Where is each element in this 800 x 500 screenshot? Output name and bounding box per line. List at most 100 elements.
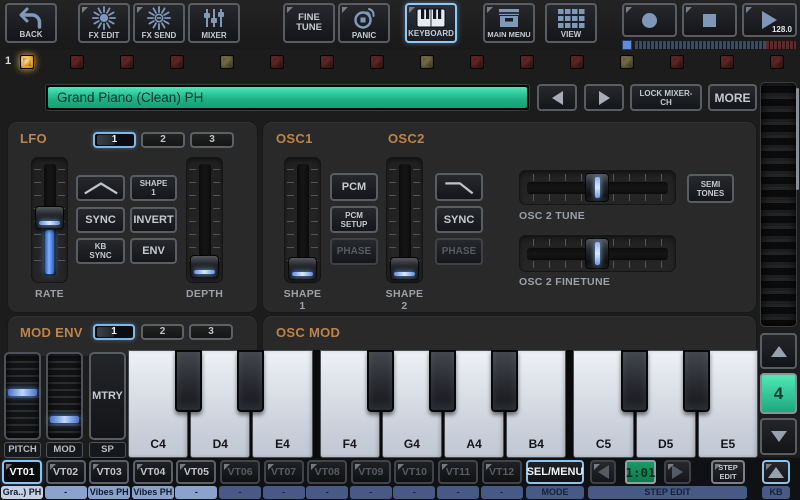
play-button[interactable]: 128.0	[742, 3, 797, 37]
track-tab-vt09[interactable]: VT09	[351, 460, 391, 484]
lfo-sync-button[interactable]: SYNC	[76, 207, 125, 233]
osc2-sync-button[interactable]: SYNC	[435, 206, 483, 233]
track-tab-vt02[interactable]: VT02	[46, 460, 86, 484]
panic-button[interactable]: PANIC	[338, 3, 390, 43]
mod-wheel[interactable]	[46, 352, 83, 440]
step-pad-16[interactable]	[770, 55, 784, 69]
track-tab-vt10[interactable]: VT10	[394, 460, 434, 484]
step-pad-2[interactable]	[70, 55, 84, 69]
osc2-shape-slider[interactable]	[386, 157, 423, 283]
lfo-env-button[interactable]: ENV	[130, 238, 177, 264]
song-position-marker[interactable]	[622, 40, 632, 50]
osc1-pcm-setup-button[interactable]: PCM SETUP	[330, 206, 378, 233]
step-pad-7[interactable]	[320, 55, 334, 69]
step-pad-8[interactable]	[370, 55, 384, 69]
lfo-tab-3[interactable]: 3	[190, 132, 234, 148]
track-tab-vt05[interactable]: VT05	[176, 460, 216, 484]
step-pad-9[interactable]	[420, 55, 434, 69]
lfo-tab-2[interactable]: 2	[141, 132, 185, 148]
lfo-tab-1[interactable]: 1	[93, 132, 136, 148]
slider-handle[interactable]	[190, 255, 219, 278]
osc2-wave-shape-button[interactable]	[435, 173, 483, 201]
mod-env-tab-3[interactable]: 3	[189, 324, 233, 340]
step-pad-6[interactable]	[270, 55, 284, 69]
step-pad-12[interactable]	[570, 55, 584, 69]
slider-handle[interactable]	[288, 257, 317, 280]
lfo-depth-slider[interactable]	[186, 157, 223, 283]
sel-menu-button[interactable]: SEL/MENU	[526, 460, 584, 484]
step-pad-4[interactable]	[170, 55, 184, 69]
mtry-button[interactable]: MTRY	[89, 352, 126, 440]
osc2-finetune-slider[interactable]	[519, 235, 676, 272]
stop-button[interactable]	[682, 3, 737, 37]
slider-handle[interactable]	[585, 238, 609, 269]
piano-key-D#4[interactable]	[237, 350, 264, 412]
record-button[interactable]	[622, 3, 677, 37]
step-next-button[interactable]	[664, 460, 691, 484]
mod-wheel-indicator	[50, 416, 79, 423]
piano-key-C#5[interactable]	[621, 350, 648, 412]
lfo-rate-slider[interactable]	[31, 157, 68, 283]
lfo-kb-sync-button[interactable]: KB SYNC	[76, 238, 125, 264]
octave-down-button[interactable]	[760, 418, 797, 455]
preset-name-display[interactable]: Grand Piano (Clean) PH	[48, 87, 527, 108]
piano-key-G#4[interactable]	[429, 350, 456, 412]
piano-key-D#5[interactable]	[683, 350, 710, 412]
view-button[interactable]: VIEW	[545, 3, 597, 43]
step-pad-14[interactable]	[670, 55, 684, 69]
osc1-phase-button[interactable]: PHASE	[330, 238, 378, 265]
lock-mixer-ch-button[interactable]: LOCK MIXER-CH	[630, 84, 702, 111]
step-pad-5[interactable]	[220, 55, 234, 69]
preset-next-button[interactable]	[584, 84, 624, 111]
pitch-wheel[interactable]	[4, 352, 41, 440]
step-pad-15[interactable]	[720, 55, 734, 69]
step-pad-3[interactable]	[120, 55, 134, 69]
more-button[interactable]: MORE	[708, 84, 757, 111]
step-pad-10[interactable]	[470, 55, 484, 69]
osc2-tune-slider[interactable]	[519, 170, 676, 205]
mod-env-tab-2[interactable]: 2	[141, 324, 184, 340]
step-pad-13[interactable]	[620, 55, 634, 69]
slider-handle[interactable]	[390, 257, 419, 280]
scroll-wheel[interactable]	[760, 82, 797, 327]
step-edit-button[interactable]: STEP EDIT	[711, 460, 745, 484]
step-prev-button[interactable]	[590, 460, 616, 484]
track-tab-vt07[interactable]: VT07	[264, 460, 304, 484]
fx-send-button[interactable]: FX SEND	[133, 3, 185, 43]
osc1-shape-slider[interactable]	[284, 157, 321, 283]
octave-up-button[interactable]	[760, 333, 797, 369]
back-button[interactable]: BACK	[5, 3, 57, 43]
scrollbar-thumb[interactable]	[796, 88, 799, 190]
piano-key-A#4[interactable]	[491, 350, 518, 412]
lfo-wave-shape-button[interactable]	[76, 175, 125, 201]
track-tab-vt06[interactable]: VT06	[220, 460, 260, 484]
mod-env-tab-1[interactable]: 1	[93, 324, 135, 340]
main-menu-button[interactable]: MAIN MENU	[483, 3, 535, 43]
fine-tune-button[interactable]: FINE TUNE	[283, 3, 335, 43]
track-tab-vt12[interactable]: VT12	[482, 460, 522, 484]
preset-prev-button[interactable]	[537, 84, 577, 111]
lfo-invert-button[interactable]: INVERT	[130, 207, 177, 233]
piano-key-F#4[interactable]	[367, 350, 394, 412]
piano-key-C#4[interactable]	[175, 350, 202, 412]
track-tab-vt03[interactable]: VT03	[89, 460, 129, 484]
song-position-display[interactable]: 1:01	[625, 460, 656, 484]
slider-handle[interactable]	[35, 206, 64, 229]
osc2-phase-button[interactable]: PHASE	[435, 238, 483, 265]
keyboard-button[interactable]: KEYBOARD	[405, 3, 457, 43]
semi-tones-button[interactable]: SEMI TONES	[687, 174, 734, 203]
osc1-pcm-button[interactable]: PCM	[330, 173, 378, 201]
kb-toggle-button[interactable]	[762, 460, 790, 484]
track-tab-vt01[interactable]: VT01	[2, 460, 42, 484]
track-tab-vt04[interactable]: VT04	[133, 460, 173, 484]
step-pad-11[interactable]	[520, 55, 534, 69]
slider-handle[interactable]	[585, 173, 609, 202]
fx-edit-button[interactable]: FX EDIT	[78, 3, 130, 43]
track-tab-vt08[interactable]: VT08	[307, 460, 347, 484]
lfo-shape-1-button[interactable]: SHAPE 1	[130, 175, 177, 201]
step-pad-1[interactable]	[20, 55, 34, 69]
octave-display[interactable]: 4	[760, 373, 797, 414]
song-progress-bar[interactable]	[635, 41, 766, 49]
mixer-button[interactable]: MIXER	[188, 3, 240, 43]
track-tab-vt11[interactable]: VT11	[438, 460, 478, 484]
